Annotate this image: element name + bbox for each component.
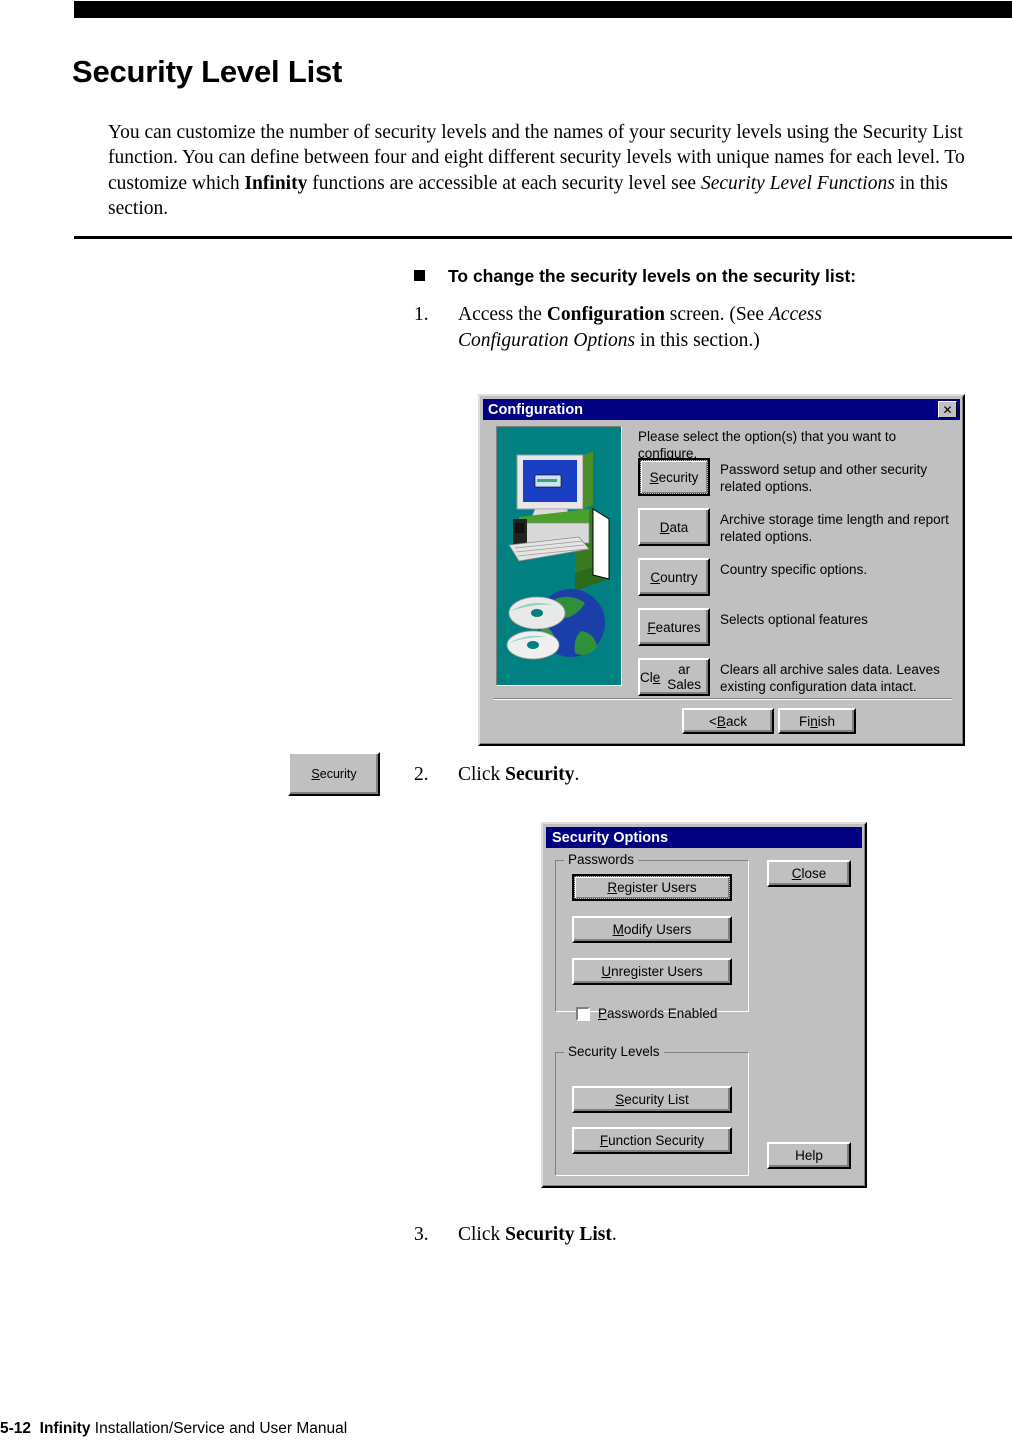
- finish-button[interactable]: Fi n ish: [778, 708, 856, 734]
- security-label: Security: [640, 460, 708, 494]
- security-list-button[interactable]: Security List: [572, 1086, 732, 1113]
- footer-manual-title: Installation/Service and User Manual: [94, 1420, 348, 1437]
- data-description: Archive storage time length and report r…: [720, 512, 949, 544]
- features-description: Selects optional features: [720, 612, 868, 627]
- page-title: Security Level List: [72, 53, 343, 89]
- configuration-dialog: Configuration ✕ Please select the option…: [478, 394, 965, 746]
- step-3: 3. Click Security List.: [414, 1222, 844, 1248]
- security-margin-button-icon: Security: [288, 752, 380, 796]
- data-button[interactable]: Data: [638, 508, 710, 546]
- register-users-button[interactable]: Register Users: [572, 874, 732, 901]
- modify-users-button[interactable]: Modify Users: [572, 916, 732, 943]
- configuration-title-label: Configuration: [488, 401, 584, 418]
- page-top-rule: [74, 1, 1012, 18]
- clear-sales-description: Clears all archive sales data. Leaves ex…: [720, 662, 940, 694]
- function-security-button[interactable]: Function Security: [572, 1127, 732, 1154]
- configuration-prompt: Please select the option(s) that you wan…: [638, 429, 897, 461]
- configuration-illustration: [496, 426, 622, 686]
- security-options-titlebar: Security Options: [546, 827, 862, 848]
- help-button[interactable]: Help: [767, 1142, 851, 1169]
- procedure-heading-label: To change the security levels on the sec…: [448, 266, 857, 286]
- security-options-dialog: Security Options Passwords Register User…: [541, 822, 867, 1188]
- back-button[interactable]: < Back: [682, 708, 774, 734]
- clear-sales-button[interactable]: Cl e ar Sales: [638, 658, 710, 696]
- intro-paragraph: You can customize the number of security…: [108, 121, 965, 220]
- security-options-title-label: Security Options: [552, 829, 669, 846]
- security-levels-groupbox: Security Levels: [555, 1044, 749, 1176]
- computer-globe-cd-icon: [497, 427, 621, 685]
- country-description: Country specific options.: [720, 562, 868, 577]
- configuration-separator: [494, 698, 952, 700]
- close-button[interactable]: Close: [767, 860, 851, 887]
- procedure-heading: To change the security levels on the sec…: [414, 266, 856, 287]
- security-margin-button-label: Security: [311, 767, 357, 781]
- security-description: Password setup and other security relate…: [720, 462, 928, 494]
- step-1-text: Access the Configuration screen. (See Ac…: [458, 304, 822, 351]
- footer-page-number: 5-12: [0, 1420, 32, 1437]
- close-icon[interactable]: ✕: [938, 401, 957, 418]
- country-button[interactable]: Country: [638, 558, 710, 596]
- features-button[interactable]: Features: [638, 608, 710, 646]
- step-3-number: 3.: [414, 1224, 429, 1245]
- footer-product: Infinity: [39, 1420, 91, 1437]
- square-bullet-icon: [414, 270, 425, 281]
- step-3-text: Click Security List.: [458, 1224, 617, 1245]
- step-1-number: 1.: [414, 304, 429, 325]
- configuration-titlebar: Configuration ✕: [483, 399, 960, 420]
- passwords-groupbox-label: Passwords: [564, 852, 639, 867]
- passwords-enabled-label: Passwords Enabled: [598, 1006, 718, 1021]
- passwords-enabled-checkbox[interactable]: Passwords Enabled: [576, 1006, 717, 1021]
- unregister-users-button[interactable]: Unregister Users: [572, 958, 732, 985]
- step-2: 2. Click Security.: [414, 762, 844, 788]
- section-divider-rule: [74, 236, 1012, 239]
- checkbox-box-icon[interactable]: [576, 1006, 590, 1021]
- security-levels-groupbox-label: Security Levels: [564, 1044, 664, 1059]
- step-2-number: 2.: [414, 764, 429, 785]
- page-footer: 5-12 Infinity Installation/Service and U…: [0, 1420, 347, 1438]
- step-2-text: Click Security.: [458, 764, 580, 785]
- security-button[interactable]: Security: [638, 458, 710, 496]
- register-users-label: Register Users: [574, 876, 730, 899]
- step-1: 1. Access the Configuration screen. (See…: [414, 302, 844, 354]
